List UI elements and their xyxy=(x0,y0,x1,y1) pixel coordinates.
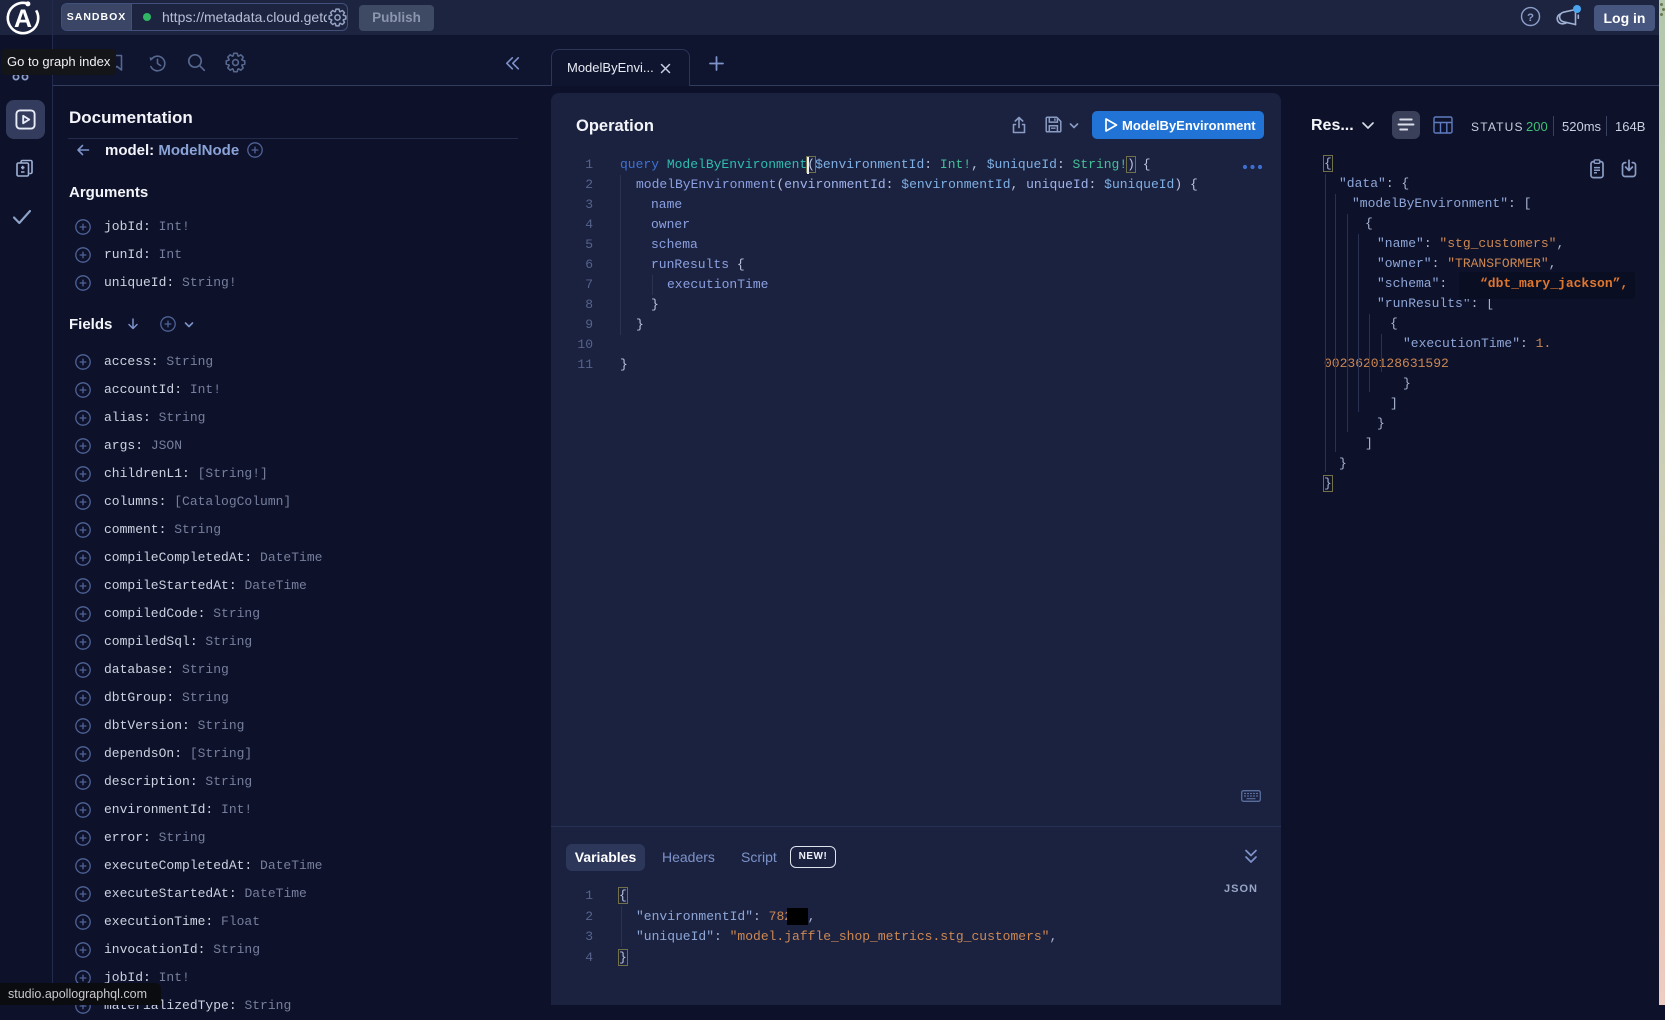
svg-text:A: A xyxy=(14,5,32,33)
svg-text:?: ? xyxy=(1527,12,1534,24)
